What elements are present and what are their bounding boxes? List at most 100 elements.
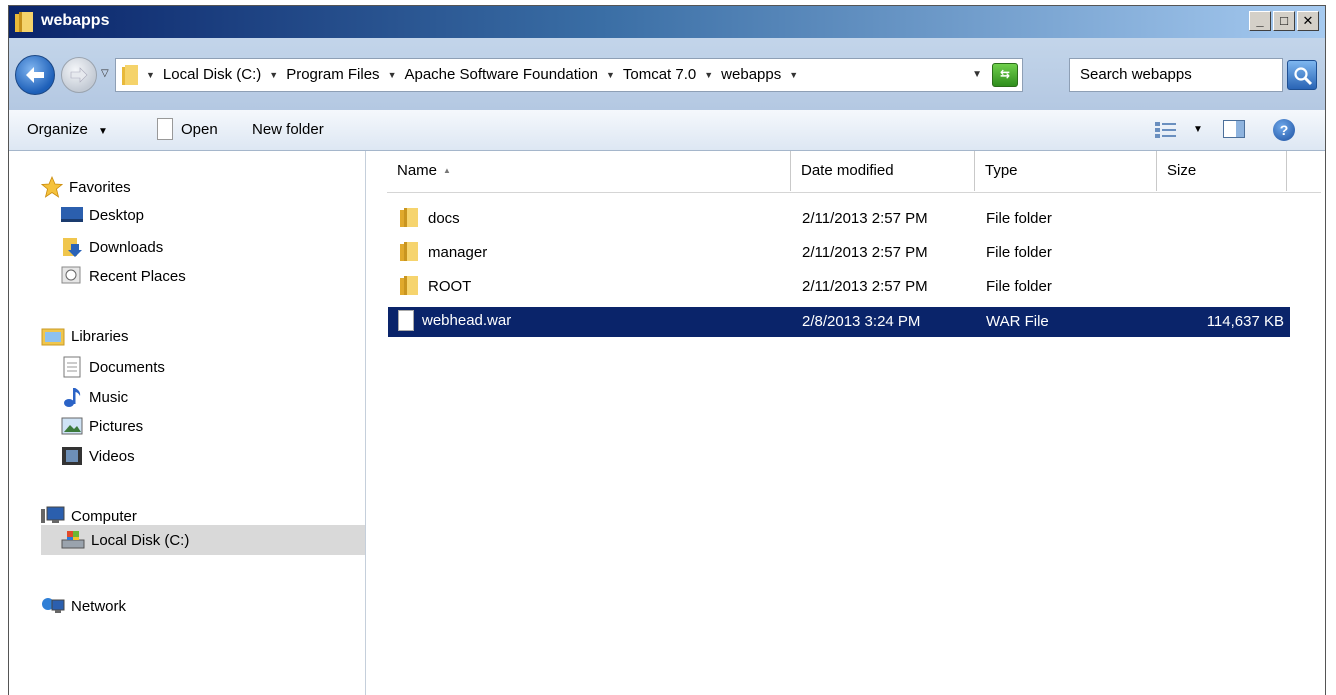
- minimize-button[interactable]: _: [1249, 11, 1271, 31]
- folder-icon: [122, 65, 138, 85]
- forward-button[interactable]: [61, 57, 97, 93]
- search-input[interactable]: Search webapps: [1080, 66, 1192, 83]
- breadcrumb-apache[interactable]: Apache Software Foundation: [404, 66, 597, 83]
- libraries-icon: [41, 328, 65, 346]
- column-type-label: Type: [985, 162, 1018, 179]
- search-icon: [1294, 67, 1313, 86]
- file-row-manager[interactable]: manager 2/11/2013 2:57 PM File folder: [388, 238, 1290, 268]
- breadcrumb: ▼ Local Disk (C:) ▼ Program Files ▼ Apac…: [146, 66, 798, 83]
- nav-documents[interactable]: Documents: [61, 356, 165, 378]
- breadcrumb-arrow-icon[interactable]: ▼: [704, 66, 713, 83]
- nav-music-label: Music: [89, 388, 129, 406]
- nav-libraries-label: Libraries: [71, 327, 129, 345]
- nav-favorites-label: Favorites: [69, 178, 131, 196]
- file-date: 2/11/2013 2:57 PM: [802, 244, 928, 261]
- column-date-label: Date modified: [801, 162, 894, 179]
- forward-arrow-icon: [70, 67, 88, 83]
- nav-downloads[interactable]: Downloads: [61, 236, 163, 258]
- star-icon: [41, 176, 63, 198]
- folder-icon: [400, 208, 418, 227]
- refresh-icon: ⇆: [999, 67, 1011, 81]
- file-list: Name ▲ Date modified Type Size docs 2/11/…: [366, 151, 1325, 695]
- nav-downloads-label: Downloads: [89, 238, 164, 256]
- breadcrumb-arrow-icon[interactable]: ▼: [606, 66, 615, 83]
- view-dropdown[interactable]: ▼: [1193, 124, 1203, 135]
- file-row-webhead-war[interactable]: webhead.war 2/8/2013 3:24 PM WAR File 11…: [388, 307, 1290, 337]
- breadcrumb-tomcat[interactable]: Tomcat 7.0: [623, 66, 696, 83]
- breadcrumb-arrow-icon[interactable]: ▼: [789, 66, 798, 83]
- maximize-button[interactable]: □: [1273, 11, 1295, 31]
- videos-icon: [62, 447, 82, 465]
- window-title: webapps: [41, 12, 110, 29]
- breadcrumb-webapps[interactable]: webapps: [721, 66, 781, 83]
- nav-pictures-label: Pictures: [89, 417, 144, 435]
- recent-pages-dropdown[interactable]: ▽: [101, 68, 109, 79]
- nav-recent-places[interactable]: Recent Places: [61, 266, 186, 286]
- name-cell: ROOT: [398, 275, 471, 297]
- title-bar[interactable]: webapps _ □ ✕: [9, 6, 1325, 38]
- file-date: 2/11/2013 2:57 PM: [802, 278, 928, 295]
- column-header-name[interactable]: Name ▲: [387, 151, 791, 191]
- column-header-type[interactable]: Type: [975, 151, 1157, 191]
- explorer-window: webapps _ □ ✕ ▽ ▼ Local Disk (C:) ▼ Prog…: [8, 5, 1326, 695]
- music-icon: [64, 388, 81, 407]
- close-button[interactable]: ✕: [1297, 11, 1319, 31]
- breadcrumb-arrow-icon[interactable]: ▼: [146, 66, 155, 83]
- organize-label: Organize: [27, 121, 88, 138]
- file-type: File folder: [986, 210, 1052, 227]
- nav-music[interactable]: Music: [61, 386, 128, 408]
- search-button[interactable]: [1287, 60, 1317, 90]
- file-row-root[interactable]: ROOT 2/11/2013 2:57 PM File folder: [388, 272, 1290, 302]
- nav-computer-label: Computer: [71, 507, 137, 525]
- desktop-icon: [61, 207, 83, 222]
- local-disk-icon: [61, 531, 85, 549]
- nav-local-disk[interactable]: Local Disk (C:): [41, 525, 365, 555]
- breadcrumb-arrow-icon[interactable]: ▼: [388, 66, 397, 83]
- command-bar: Organize ▼ Open New folder ▼ ?: [9, 110, 1325, 151]
- address-bar[interactable]: ▼ Local Disk (C:) ▼ Program Files ▼ Apac…: [115, 58, 1023, 92]
- new-folder-button[interactable]: New folder: [252, 121, 324, 138]
- file-row-docs[interactable]: docs 2/11/2013 2:57 PM File folder: [388, 204, 1290, 234]
- folder-icon: [400, 242, 418, 261]
- breadcrumb-local-disk[interactable]: Local Disk (C:): [163, 66, 261, 83]
- nav-libraries[interactable]: Libraries: [41, 326, 129, 346]
- nav-network[interactable]: Network: [41, 596, 126, 616]
- view-options-icon[interactable]: [1155, 121, 1177, 139]
- nav-local-disk-label: Local Disk (C:): [91, 531, 190, 549]
- column-header-date[interactable]: Date modified: [791, 151, 975, 191]
- file-type: File folder: [986, 244, 1052, 261]
- chevron-down-icon: ▼: [98, 126, 108, 137]
- nav-pictures[interactable]: Pictures: [61, 416, 143, 436]
- breadcrumb-program-files[interactable]: Program Files: [286, 66, 379, 83]
- nav-videos[interactable]: Videos: [61, 446, 135, 466]
- file-size: 114,637 KB: [1206, 313, 1284, 330]
- folder-icon: [15, 12, 33, 32]
- column-header-size[interactable]: Size: [1157, 151, 1287, 191]
- file-type: WAR File: [986, 313, 1049, 330]
- nav-computer[interactable]: Computer: [41, 506, 137, 526]
- address-history-dropdown[interactable]: ▼: [972, 69, 982, 80]
- nav-desktop[interactable]: Desktop: [61, 206, 144, 224]
- search-box[interactable]: Search webapps: [1069, 58, 1283, 92]
- nav-favorites[interactable]: Favorites: [41, 176, 131, 198]
- downloads-icon: [63, 238, 82, 257]
- pictures-icon: [61, 417, 83, 435]
- back-button[interactable]: [15, 55, 55, 95]
- file-type: File folder: [986, 278, 1052, 295]
- column-header-row: Name ▲ Date modified Type Size: [387, 151, 1321, 193]
- documents-icon: [63, 356, 81, 378]
- file-name: webhead.war: [422, 312, 512, 329]
- nav-desktop-label: Desktop: [89, 206, 145, 224]
- breadcrumb-arrow-icon[interactable]: ▼: [269, 66, 278, 83]
- open-button[interactable]: Open: [157, 118, 218, 140]
- name-cell: docs: [398, 207, 460, 229]
- preview-pane-icon[interactable]: [1223, 120, 1245, 138]
- window-controls: _ □ ✕: [1249, 11, 1319, 31]
- help-icon[interactable]: ?: [1273, 119, 1295, 141]
- sort-ascending-icon: ▲: [443, 166, 451, 176]
- file-icon: [398, 310, 414, 331]
- file-name: manager: [428, 243, 488, 261]
- organize-menu[interactable]: Organize ▼: [27, 121, 108, 138]
- refresh-button[interactable]: ⇆: [992, 63, 1018, 87]
- back-arrow-icon: [26, 67, 44, 83]
